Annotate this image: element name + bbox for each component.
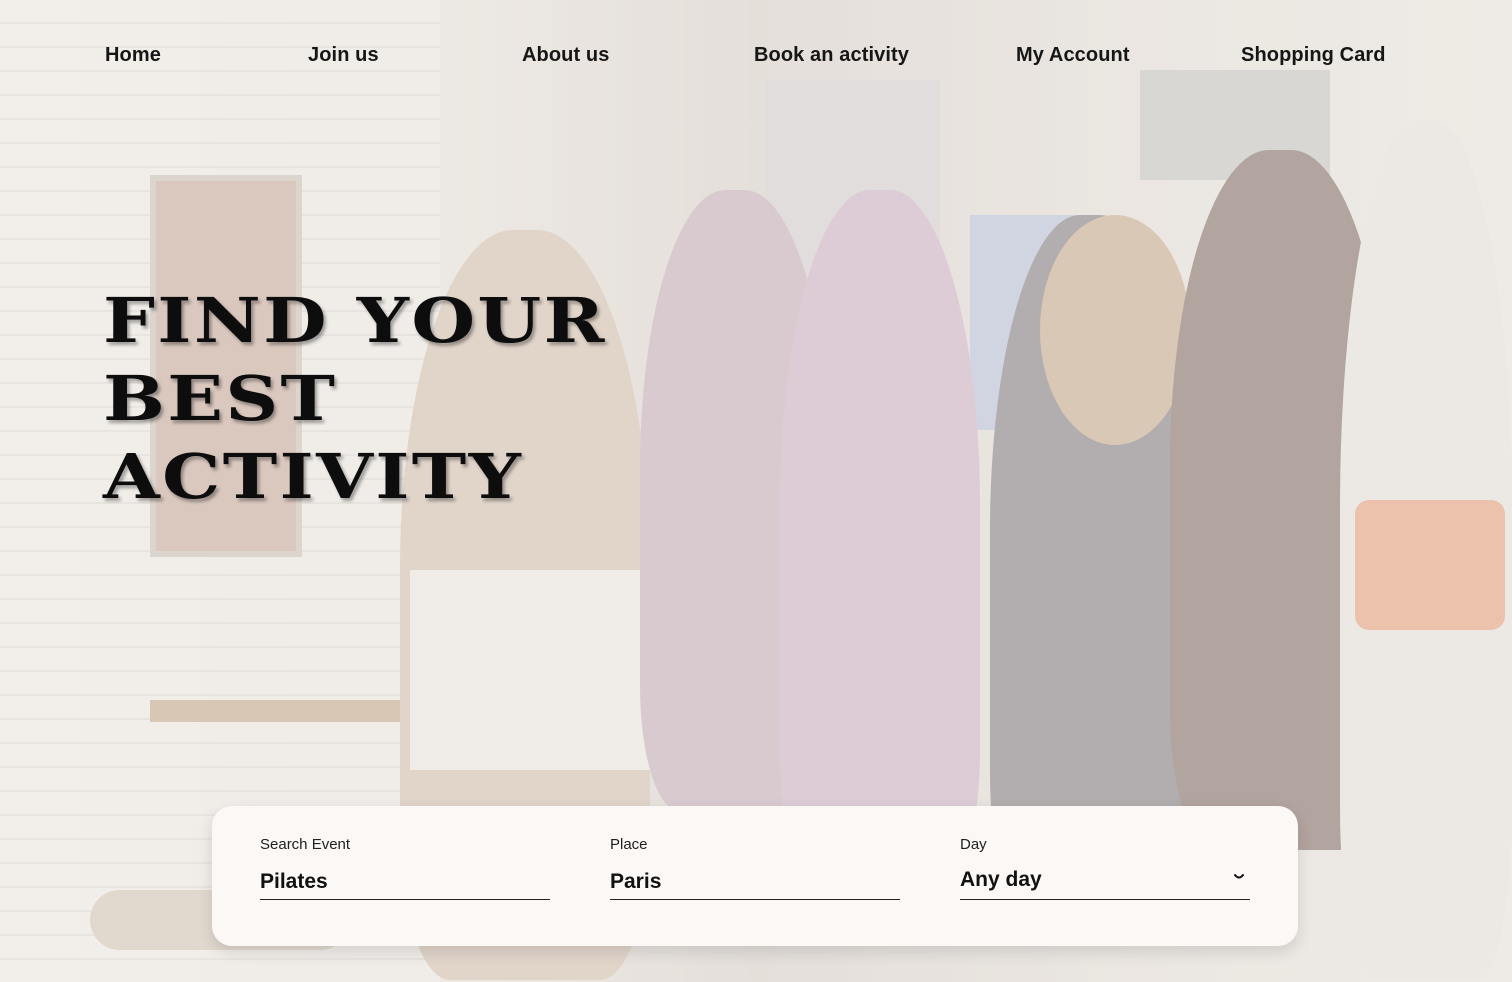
day-select[interactable]: Any day bbox=[960, 864, 1250, 900]
chevron-down-icon bbox=[1234, 874, 1244, 879]
day-select-value: Any day bbox=[960, 868, 1042, 891]
search-event-field: Search Event bbox=[260, 836, 550, 900]
day-field: Day Any day bbox=[960, 836, 1250, 900]
search-panel: Search Event Place Day Any day bbox=[212, 806, 1298, 946]
search-event-input[interactable] bbox=[260, 864, 550, 900]
headline-line-1: FIND YOUR bbox=[103, 284, 607, 357]
place-input[interactable] bbox=[610, 864, 900, 900]
headline-line-2: BEST bbox=[103, 362, 338, 435]
hero-headline: FIND YOUR BEST ACTIVITY bbox=[103, 282, 607, 516]
day-label: Day bbox=[960, 836, 987, 853]
place-field: Place bbox=[610, 836, 900, 900]
nav-about-us-link[interactable]: About us bbox=[522, 44, 609, 67]
top-navigation: Home Join us About us Book an activity M… bbox=[0, 44, 1512, 70]
search-event-label: Search Event bbox=[260, 836, 351, 853]
headline-line-3: ACTIVITY bbox=[103, 440, 524, 513]
nav-my-account-link[interactable]: My Account bbox=[1016, 44, 1130, 67]
nav-home-link[interactable]: Home bbox=[105, 44, 161, 67]
place-label: Place bbox=[610, 836, 648, 853]
nav-join-us-link[interactable]: Join us bbox=[308, 44, 379, 67]
nav-shopping-card-link[interactable]: Shopping Card bbox=[1241, 44, 1386, 67]
nav-book-activity-link[interactable]: Book an activity bbox=[754, 44, 909, 67]
